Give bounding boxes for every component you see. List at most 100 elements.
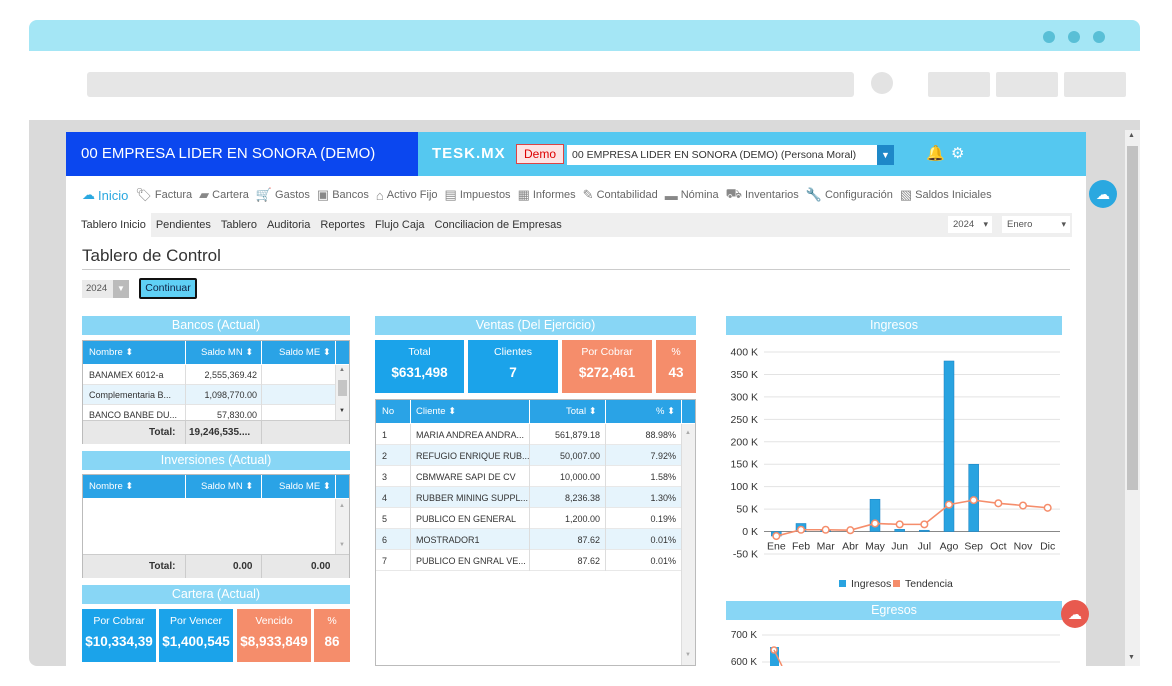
menu-item-label: Nómina <box>680 189 719 201</box>
title-divider <box>82 269 1070 270</box>
tendencia-point <box>920 520 929 529</box>
venta-percent: 1.58% <box>650 472 676 482</box>
banco-saldo-mn: 57,830.00 <box>216 410 257 420</box>
menu-item-bancos[interactable]: ▣ Bancos <box>317 187 369 203</box>
gear-icon[interactable]: ⚙ <box>951 144 964 162</box>
inversiones-scrollbar[interactable]: ▲ ▼ <box>335 499 349 554</box>
table-row[interactable]: 1 MARIA ANDREA ANDRA... 561,879.18 88.98% <box>376 424 681 445</box>
egresos-ytick: 700 K <box>731 630 757 641</box>
menu-item-impuestos[interactable]: ▤ Impuestos <box>445 187 511 203</box>
bell-icon[interactable]: 🔔 <box>926 144 945 162</box>
venta-no: 6 <box>382 535 388 545</box>
menu-item-informes[interactable]: ▦ Informes <box>518 187 576 203</box>
table-row[interactable]: 2 REFUGIO ENRIQUE RUB... 50,007.00 7.92% <box>376 445 681 466</box>
page-scrollbar-thumb[interactable] <box>1127 146 1138 490</box>
table-row[interactable]: BANAMEX 6012-a 2,555,369.42 <box>83 365 335 385</box>
window-dot-icon[interactable] <box>1093 31 1105 43</box>
bancos-rows: BANAMEX 6012-a 2,555,369.42 Complementaria… <box>83 365 335 420</box>
browser-circle-button[interactable] <box>871 72 893 94</box>
table-row[interactable]: BANCO BANBE DU... 57,830.00 <box>83 405 335 420</box>
col-no[interactable]: No <box>382 400 394 423</box>
col-nombre[interactable]: Nombre ⬍ <box>89 475 133 498</box>
banco-nombre: BANAMEX 6012-a <box>89 370 164 380</box>
menu-item-label: Cartera <box>212 189 249 201</box>
ventas-clientes: Clientes 7 <box>468 340 558 393</box>
cloud-chat-icon[interactable]: ☁ <box>1061 600 1089 628</box>
venta-cliente: RUBBER MINING SUPPL... <box>416 493 529 503</box>
bancos-scrollbar[interactable]: ▲ ▼ <box>335 365 349 420</box>
menu-item-configuración[interactable]: 🔧 Configuración <box>806 187 893 203</box>
company-select[interactable]: 00 EMPRESA LIDER EN SONORA (DEMO) (Perso… <box>567 145 894 165</box>
tendencia-point <box>846 526 855 535</box>
menu-item-label: Inventarios <box>744 189 799 201</box>
ingresos-xtick: Nov <box>1014 541 1033 553</box>
menu-item-activo-fijo[interactable]: ⌂ Activo Fijo <box>376 188 438 203</box>
month-select[interactable]: Enero ▾ <box>1002 216 1070 233</box>
table-row[interactable]: 4 RUBBER MINING SUPPL... 8,236.38 1.30% <box>376 487 681 508</box>
table-row[interactable]: 3 CBMWARE SAPI DE CV 10,000.00 1.58% <box>376 466 681 487</box>
app-window: 00 EMPRESA LIDER EN SONORA (DEMO) TESK.M… <box>66 132 1086 666</box>
inversiones-total-me: 0.00 <box>311 561 331 572</box>
tendencia-point <box>895 520 904 529</box>
doc-user-icon: ▧ <box>899 187 913 202</box>
window-dot-icon[interactable] <box>1043 31 1055 43</box>
ventas-table: No Cliente ⬍ Total ⬍ % ⬍ 1 MARIA ANDREA A… <box>375 399 696 666</box>
window-dot-icon[interactable] <box>1068 31 1080 43</box>
menu-item-inicio[interactable]: ☁ Inicio <box>82 187 128 203</box>
menu-item-inventarios[interactable]: ⛟ Inventarios <box>726 186 799 204</box>
dolly-icon: ⛟ <box>725 186 742 201</box>
page-scrollbar[interactable]: ▲ ▼ <box>1125 130 1140 666</box>
col-saldo-mn[interactable]: Saldo MN ⬍ <box>201 341 253 364</box>
menu-item-factura[interactable]: 🏷 Factura <box>135 187 192 203</box>
menu-item-gastos[interactable]: 🛒 Gastos <box>256 187 310 203</box>
col-total[interactable]: Total ⬍ <box>566 400 597 423</box>
venta-cliente: PUBLICO EN GENERAL <box>416 514 517 524</box>
tab-tablero[interactable]: Tablero <box>216 213 262 237</box>
col-saldo-me[interactable]: Saldo ME ⬍ <box>279 475 331 498</box>
col-saldo-me[interactable]: Saldo ME ⬍ <box>279 341 331 364</box>
menu-item-cartera[interactable]: ▰ Cartera <box>199 187 249 203</box>
ingresos-xtick: Jun <box>891 541 908 553</box>
col-saldo-mn[interactable]: Saldo MN ⬍ <box>201 475 253 498</box>
col-cliente[interactable]: Cliente ⬍ <box>416 400 456 423</box>
cartera-por-cobrar: Por Cobrar $10,334,39 <box>82 609 156 662</box>
chevron-down-icon[interactable]: ▼ <box>877 145 894 165</box>
menu-item-label: Impuestos <box>459 189 511 201</box>
address-bar[interactable] <box>87 72 854 97</box>
menu-item-saldos-iniciales[interactable]: ▧ Saldos Iniciales <box>900 187 992 203</box>
banco-nombre: BANCO BANBE DU... <box>89 410 178 420</box>
browser-toolbar-button[interactable] <box>996 72 1058 97</box>
ventas-scrollbar[interactable]: ▲ ▼ <box>681 424 695 665</box>
ingresos-xtick: Jul <box>918 541 931 553</box>
tab-tablero-inicio[interactable]: Tablero Inicio <box>76 213 151 237</box>
menu-item-contabilidad[interactable]: ✎ Contabilidad <box>583 187 658 203</box>
browser-toolbar-button[interactable] <box>1064 72 1126 97</box>
menu-item-nómina[interactable]: ▬ Nómina <box>665 188 719 203</box>
table-row[interactable]: 6 MOSTRADOR1 87.62 0.01% <box>376 529 681 550</box>
inversiones-table: Nombre ⬍ Saldo MN ⬍ Saldo ME ⬍ ▲ ▼ Total… <box>82 474 350 578</box>
col-nombre[interactable]: Nombre ⬍ <box>89 341 133 364</box>
tab-auditoria[interactable]: Auditoria <box>262 213 315 237</box>
tab-flujo-caja[interactable]: Flujo Caja <box>370 213 430 237</box>
ingresos-ytick: 0 K <box>742 526 758 538</box>
continue-button[interactable]: Continuar <box>139 278 197 299</box>
house-icon: ⌂ <box>375 187 384 203</box>
menu-item-label: Contabilidad <box>596 189 658 201</box>
tab-reportes[interactable]: Reportes <box>315 213 370 237</box>
month-select-value: Enero <box>1007 219 1033 230</box>
year-select[interactable]: 2024 ▾ <box>948 216 992 233</box>
bancos-total-mn: 19,246,535.... <box>189 427 251 438</box>
col-percent[interactable]: % ⬍ <box>656 400 675 423</box>
table-row[interactable]: 5 PUBLICO EN GENERAL 1,200.00 0.19% <box>376 508 681 529</box>
filter-year-select[interactable]: 2024 ▼ <box>82 280 129 298</box>
venta-no: 3 <box>382 472 388 482</box>
cloud-icon[interactable]: ☁ <box>1089 180 1117 208</box>
menu-item-label: Informes <box>532 189 576 201</box>
venta-percent: 0.19% <box>650 514 676 524</box>
table-row[interactable]: 7 PUBLICO EN GNRAL VE... 87.62 0.01% <box>376 550 681 571</box>
tab-pendientes[interactable]: Pendientes <box>151 213 216 237</box>
tendencia-point <box>944 500 954 509</box>
tab-conciliacion-de-empresas[interactable]: Conciliacion de Empresas <box>430 213 567 237</box>
table-row[interactable]: Complementaria B... 1,098,770.00 <box>83 385 335 405</box>
browser-toolbar-button[interactable] <box>928 72 990 97</box>
